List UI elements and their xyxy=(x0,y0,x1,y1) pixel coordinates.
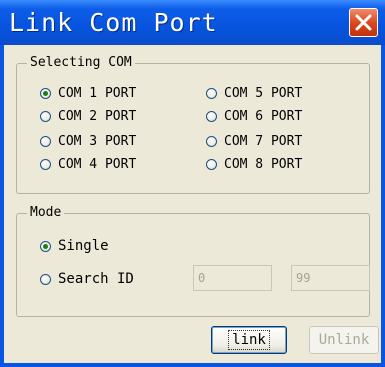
radio-single-label: Single xyxy=(58,238,109,254)
radio-com2-label: COM 2 PORT xyxy=(58,108,137,124)
radio-com3-label: COM 3 PORT xyxy=(58,133,137,149)
radio-com4[interactable]: COM 4 PORT xyxy=(40,155,136,173)
radio-com8-label: COM 8 PORT xyxy=(224,156,303,172)
selecting-com-label: Selecting COM xyxy=(27,54,135,72)
radio-indicator xyxy=(206,135,217,147)
radio-com6[interactable]: COM 6 PORT xyxy=(206,107,302,125)
search-id-to-field[interactable]: 99 xyxy=(291,265,370,291)
radio-indicator xyxy=(40,135,51,147)
unlink-button[interactable]: Unlink xyxy=(309,326,379,354)
link-com-port-dialog: Link Com Port Selecting COM COM 1 PORT C… xyxy=(0,0,385,367)
radio-indicator xyxy=(206,87,217,99)
mode-group: Mode Single Search ID 0 99 xyxy=(16,204,370,317)
radio-com3[interactable]: COM 3 PORT xyxy=(40,132,136,150)
link-button[interactable]: link xyxy=(211,326,287,354)
search-id-from-field[interactable]: 0 xyxy=(193,265,272,291)
unlink-button-label: Unlink xyxy=(318,332,370,348)
window-title: Link Com Port xyxy=(9,8,218,37)
radio-indicator xyxy=(40,87,51,99)
dialog-body: Selecting COM COM 1 PORT COM 2 PORT COM … xyxy=(4,45,381,363)
radio-com4-label: COM 4 PORT xyxy=(58,156,137,172)
radio-indicator xyxy=(40,273,51,285)
radio-indicator xyxy=(40,158,51,170)
radio-indicator xyxy=(40,240,51,252)
link-button-label: link xyxy=(228,330,270,350)
search-id-from-value: 0 xyxy=(198,271,206,285)
radio-single[interactable]: Single xyxy=(40,237,109,255)
radio-com7-label: COM 7 PORT xyxy=(224,133,303,149)
radio-com1-label: COM 1 PORT xyxy=(58,85,137,101)
close-button[interactable] xyxy=(349,8,378,37)
radio-com8[interactable]: COM 8 PORT xyxy=(206,155,302,173)
radio-com1[interactable]: COM 1 PORT xyxy=(40,84,136,102)
mode-label: Mode xyxy=(27,204,65,222)
radio-search-id-label: Search ID xyxy=(58,271,134,287)
selecting-com-group: Selecting COM COM 1 PORT COM 2 PORT COM … xyxy=(16,54,370,194)
search-id-to-value: 99 xyxy=(296,271,311,285)
title-bar[interactable]: Link Com Port xyxy=(0,0,385,45)
radio-search-id[interactable]: Search ID xyxy=(40,270,134,288)
close-icon xyxy=(355,14,372,31)
radio-indicator xyxy=(206,110,217,122)
radio-com5-label: COM 5 PORT xyxy=(224,85,303,101)
radio-indicator xyxy=(206,158,217,170)
radio-com2[interactable]: COM 2 PORT xyxy=(40,107,136,125)
radio-com7[interactable]: COM 7 PORT xyxy=(206,132,302,150)
radio-indicator xyxy=(40,110,51,122)
radio-com5[interactable]: COM 5 PORT xyxy=(206,84,302,102)
radio-com6-label: COM 6 PORT xyxy=(224,108,303,124)
